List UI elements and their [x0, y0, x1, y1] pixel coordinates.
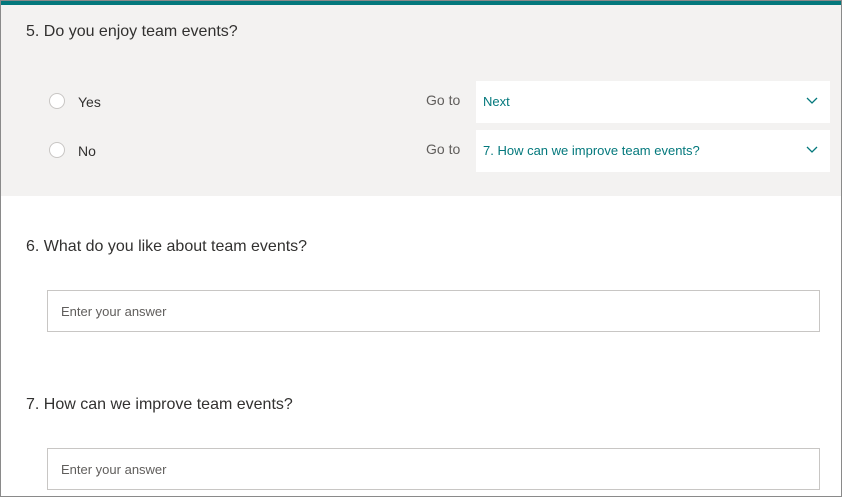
goto-value-yes: Next — [483, 94, 510, 109]
question-7-answer-box[interactable] — [47, 448, 820, 490]
question-7-answer-input[interactable] — [48, 449, 819, 489]
question-6-answer-input[interactable] — [48, 291, 819, 331]
radio-no[interactable] — [49, 142, 65, 158]
option-label-yes: Yes — [78, 94, 101, 110]
chevron-down-icon — [806, 146, 818, 153]
option-row-no: No Go to 7. How can we improve team even… — [1, 130, 841, 172]
question-5-section[interactable]: 5. Do you enjoy team events? Yes Go to N… — [1, 1, 841, 196]
chevron-down-icon — [806, 97, 818, 104]
question-7-title: 7. How can we improve team events? — [26, 396, 293, 413]
question-6-title: 6. What do you like about team events? — [26, 238, 308, 255]
goto-dropdown-no[interactable]: 7. How can we improve team events? — [476, 130, 830, 172]
form-frame: 5. Do you enjoy team events? Yes Go to N… — [0, 0, 842, 497]
goto-label-yes: Go to — [426, 92, 461, 108]
radio-yes[interactable] — [49, 93, 65, 109]
option-label-no: No — [78, 143, 96, 159]
goto-label-no: Go to — [426, 141, 461, 157]
goto-value-no: 7. How can we improve team events? — [483, 143, 700, 158]
option-row-yes: Yes Go to Next — [1, 81, 841, 123]
question-6-answer-box[interactable] — [47, 290, 820, 332]
question-5-title: 5. Do you enjoy team events? — [26, 23, 238, 40]
goto-dropdown-yes[interactable]: Next — [476, 81, 830, 123]
